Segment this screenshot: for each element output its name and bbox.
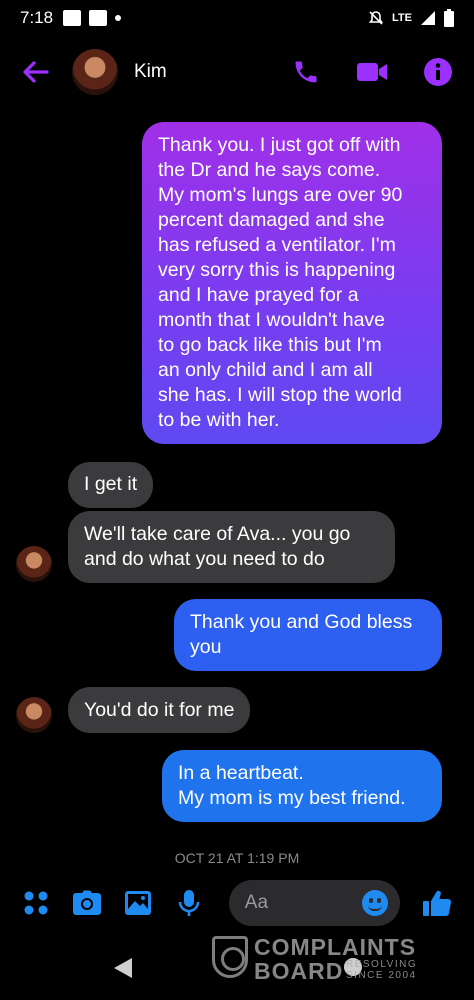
message-line: You'd do it for me: [84, 699, 235, 721]
status-time: 7:18: [20, 8, 54, 27]
messenger-notification-icon: [89, 10, 108, 26]
battery-icon: [444, 9, 454, 27]
message-input-placeholder: Aa: [244, 892, 269, 913]
message-line: Thank you and God bless: [190, 611, 413, 633]
message-line: My mom's lungs are over 90: [158, 184, 403, 206]
more-actions-icon[interactable]: [22, 888, 50, 918]
message-line: and do what you need to do: [84, 548, 325, 570]
message-line: you: [190, 636, 222, 658]
gallery-icon[interactable]: [124, 888, 152, 918]
watermark-sub1: RESOLVING: [346, 959, 418, 970]
watermark-tagline: RESOLVING SINCE 2004: [346, 959, 436, 981]
contact-avatar[interactable]: [72, 49, 118, 95]
message-line: an only child and I am all: [158, 359, 373, 381]
phone-icon[interactable]: [290, 56, 322, 88]
message-input[interactable]: Aa: [228, 880, 400, 926]
thumbs-up-icon[interactable]: [422, 888, 452, 918]
emoji-icon[interactable]: [362, 890, 388, 916]
contact-name[interactable]: Kim: [134, 61, 167, 83]
message-line: My mom is my best friend.: [178, 787, 406, 809]
message-line: very sorry this is happening: [158, 259, 396, 281]
message-line: to be with her.: [158, 409, 280, 431]
received-message[interactable]: You'd do it for me: [68, 687, 251, 733]
contact-avatar-small[interactable]: [16, 697, 52, 733]
message-line: I get it: [84, 473, 138, 495]
info-icon[interactable]: [422, 56, 454, 88]
message-line: she has. I will stop the world: [158, 384, 402, 406]
more-notifications-icon: [115, 15, 122, 21]
system-icons: LTE: [368, 9, 454, 27]
sent-message[interactable]: Thank you and God bless you: [174, 599, 442, 671]
message-line: and I have prayed for a: [158, 284, 359, 306]
watermark-sub2: SINCE 2004: [346, 970, 417, 981]
network-type: LTE: [392, 12, 412, 24]
message-line: In a heartbeat.: [178, 762, 304, 784]
video-call-icon[interactable]: [356, 56, 388, 88]
complaints-board-watermark: COMPLAINTS BOARD RESOLVING SINCE 2004: [212, 934, 442, 984]
message-line: We'll take care of Ava... you go: [84, 523, 351, 545]
message-line: the Dr and he says come.: [158, 159, 381, 181]
message-line: percent damaged and she: [158, 209, 385, 231]
contact-avatar-small[interactable]: [16, 546, 52, 582]
message-composer: Aa: [0, 878, 474, 928]
message-line: has refused a ventilator. I'm: [158, 234, 396, 256]
signal-icon: [421, 11, 435, 25]
mute-icon: [368, 11, 384, 25]
folder-icon: [63, 10, 82, 26]
notification-icons: [63, 10, 122, 26]
conversation-timestamp: OCT 21 AT 1:19 PM: [174, 850, 300, 866]
message-line: Thank you. I just got off with: [158, 134, 401, 156]
status-bar: 7:18 LTE: [0, 0, 474, 36]
camera-icon[interactable]: [72, 888, 102, 918]
sent-message[interactable]: Thank you. I just got off with the Dr an…: [142, 122, 442, 444]
received-message[interactable]: I get it: [68, 462, 154, 508]
microphone-icon[interactable]: [175, 888, 203, 918]
watermark-line2: BOARD: [254, 958, 344, 984]
nav-back-icon[interactable]: [114, 958, 132, 978]
received-message[interactable]: We'll take care of Ava... you go and do …: [68, 511, 395, 583]
watermark-logo-icon: [212, 936, 248, 978]
message-line: to go back like this but I'm: [158, 334, 382, 356]
watermark-line1: COMPLAINTS: [254, 934, 417, 960]
back-arrow-icon[interactable]: [20, 57, 50, 87]
message-line: month that I wouldn't have: [158, 309, 386, 331]
sent-message[interactable]: In a heartbeat. My mom is my best friend…: [162, 750, 442, 822]
conversation-header: Kim: [0, 40, 474, 104]
